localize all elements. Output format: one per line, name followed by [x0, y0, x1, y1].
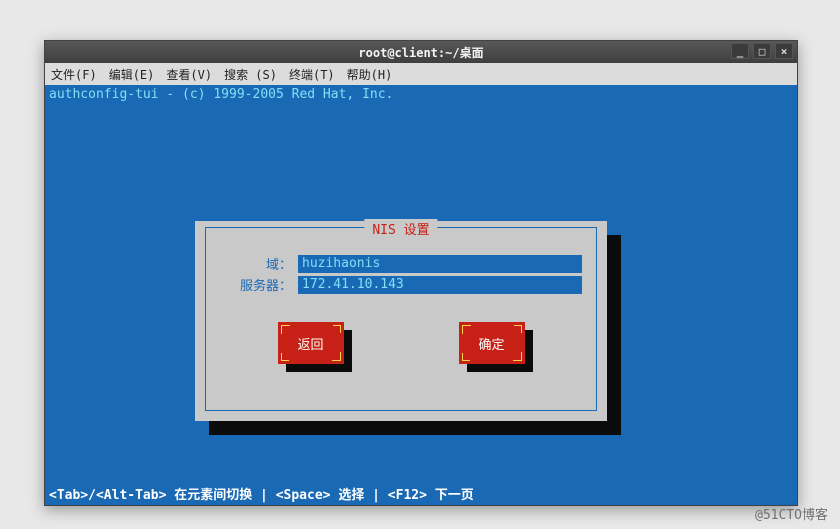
- domain-label: 域：: [220, 254, 292, 273]
- window-controls: _ □ ×: [731, 43, 793, 59]
- nis-settings-dialog: NIS 设置 域： 服务器： 返回: [195, 221, 607, 421]
- footer-text: <Tab>/<Alt-Tab> 在元素间切换 | <Space> 选择 | <F…: [49, 488, 474, 503]
- terminal-window: root@client:~/桌面 _ □ × 文件(F) 编辑(E) 查看(V)…: [44, 40, 798, 506]
- ok-button-wrap: 确定: [459, 322, 525, 364]
- menu-help[interactable]: 帮助(H): [347, 66, 393, 83]
- ok-button-label: 确定: [478, 334, 504, 353]
- back-button-wrap: 返回: [278, 322, 344, 364]
- menu-file[interactable]: 文件(F): [51, 66, 97, 83]
- server-input[interactable]: [298, 276, 582, 294]
- footer-help-text: <Tab>/<Alt-Tab> 在元素间切换 | <Space> 选择 | <F…: [45, 482, 797, 505]
- domain-input[interactable]: [298, 255, 582, 273]
- titlebar: root@client:~/桌面 _ □ ×: [45, 41, 797, 63]
- watermark: @51CTO博客: [755, 504, 828, 523]
- app-header-text: authconfig-tui - (c) 1999-2005 Red Hat, …: [45, 85, 797, 104]
- back-button-label: 返回: [297, 334, 323, 353]
- menu-terminal[interactable]: 终端(T): [289, 66, 335, 83]
- server-row: 服务器：: [220, 275, 582, 294]
- terminal-area: authconfig-tui - (c) 1999-2005 Red Hat, …: [45, 85, 797, 505]
- back-button[interactable]: 返回: [278, 322, 344, 364]
- dialog-button-row: 返回 确定: [220, 322, 582, 364]
- minimize-button[interactable]: _: [731, 43, 749, 59]
- domain-row: 域：: [220, 254, 582, 273]
- menubar: 文件(F) 编辑(E) 查看(V) 搜索 (S) 终端(T) 帮助(H): [45, 63, 797, 85]
- server-label: 服务器：: [220, 275, 292, 294]
- ok-button[interactable]: 确定: [459, 322, 525, 364]
- menu-search[interactable]: 搜索 (S): [224, 66, 277, 83]
- dialog-border: NIS 设置 域： 服务器： 返回: [205, 227, 597, 411]
- window-title: root@client:~/桌面: [358, 44, 483, 61]
- close-button[interactable]: ×: [775, 43, 793, 59]
- dialog-title: NIS 设置: [364, 219, 437, 238]
- menu-view[interactable]: 查看(V): [166, 66, 212, 83]
- maximize-button[interactable]: □: [753, 43, 771, 59]
- menu-edit[interactable]: 编辑(E): [109, 66, 155, 83]
